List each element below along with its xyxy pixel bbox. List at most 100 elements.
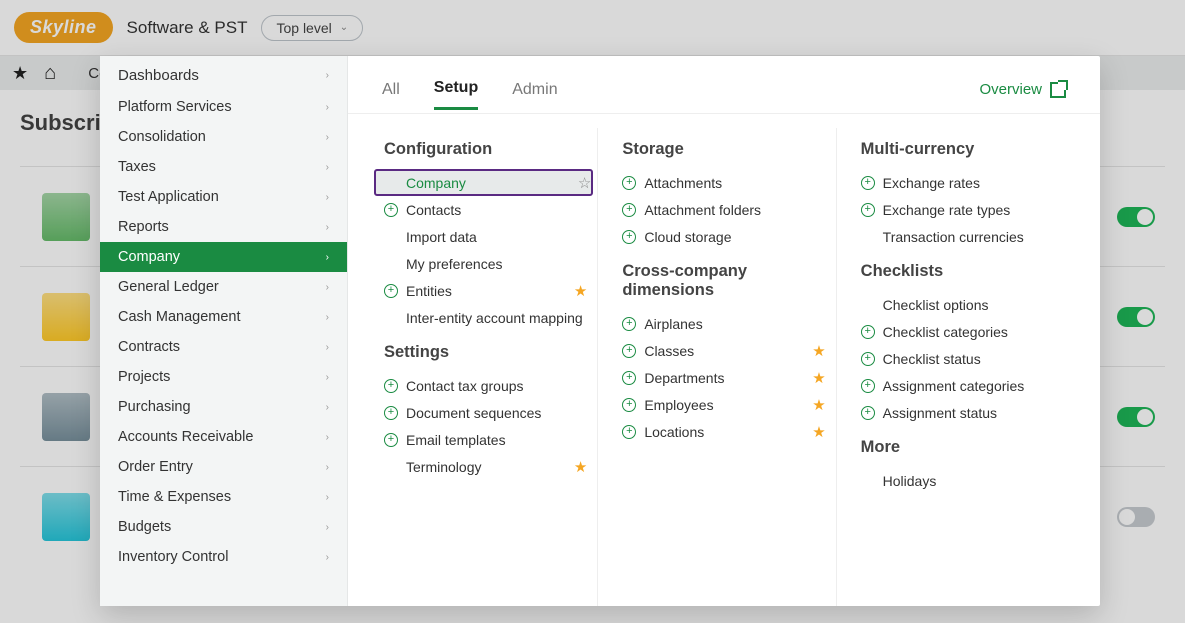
menu-link-holidays[interactable]: Holidays	[861, 467, 1064, 494]
overview-link[interactable]: Overview	[979, 81, 1066, 98]
plus-circle-icon[interactable]: +	[384, 284, 398, 298]
menu-link-checklist-options[interactable]: Checklist options	[861, 291, 1064, 318]
menu-link-interentity[interactable]: Inter-entity account mapping	[384, 304, 587, 331]
menu-link-exchange-rate-types[interactable]: + Exchange rate types	[861, 196, 1064, 223]
sidebar-item-purchasing[interactable]: Purchasing›	[100, 392, 347, 422]
menu-link-label: Exchange rate types	[883, 202, 1011, 218]
sidebar-item-time-expenses[interactable]: Time & Expenses›	[100, 482, 347, 512]
menu-link-label: Attachment folders	[644, 202, 761, 218]
sidebar-item-inventory-control[interactable]: Inventory Control›	[100, 542, 347, 572]
sidebar-item-dashboards[interactable]: Dashboards›	[100, 58, 347, 92]
plus-circle-icon[interactable]: +	[622, 230, 636, 244]
tab-setup[interactable]: Setup	[434, 69, 478, 110]
plus-circle-icon[interactable]: +	[861, 203, 875, 217]
plus-circle-icon[interactable]: +	[622, 317, 636, 331]
star-icon[interactable]: ★	[574, 282, 587, 300]
sidebar-item-test-application[interactable]: Test Application›	[100, 182, 347, 212]
menu-link-email-templates[interactable]: + Email templates	[384, 426, 587, 453]
menu-link-checklist-status[interactable]: +Checklist status	[861, 345, 1064, 372]
sidebar-item-platform-services[interactable]: Platform Services›	[100, 92, 347, 122]
menu-link-label: Entities	[406, 283, 452, 299]
star-icon[interactable]: ★	[812, 396, 825, 414]
menu-link-entities[interactable]: + Entities ★	[384, 277, 587, 304]
sidebar-item-taxes[interactable]: Taxes›	[100, 152, 347, 182]
plus-circle-icon[interactable]: +	[622, 344, 636, 358]
plus-circle-icon[interactable]: +	[384, 406, 398, 420]
menu-link-transaction-currencies[interactable]: Transaction currencies	[861, 223, 1064, 250]
section-settings: Settings	[384, 343, 587, 362]
plus-circle-icon[interactable]: +	[861, 379, 875, 393]
menu-link-label: Employees	[644, 397, 713, 413]
plus-circle-icon[interactable]: +	[861, 352, 875, 366]
menu-link-label: Terminology	[406, 459, 481, 475]
menu-link-label: Document sequences	[406, 405, 541, 421]
chevron-right-icon: ›	[326, 552, 329, 563]
section-more: More	[861, 438, 1064, 457]
menu-link-import-data[interactable]: Import data	[384, 223, 587, 250]
star-icon[interactable]: ★	[812, 369, 825, 387]
menu-link-checklist-categories[interactable]: +Checklist categories	[861, 318, 1064, 345]
menu-link-label: Email templates	[406, 432, 506, 448]
star-icon[interactable]: ★	[812, 342, 825, 360]
menu-link-cloud-storage[interactable]: +Cloud storage	[622, 223, 825, 250]
plus-circle-icon[interactable]: +	[861, 176, 875, 190]
menu-link-locations[interactable]: + Locations ★	[622, 418, 825, 445]
menu-link-my-preferences[interactable]: My preferences	[384, 250, 587, 277]
chevron-right-icon: ›	[326, 222, 329, 233]
plus-circle-icon[interactable]: +	[622, 176, 636, 190]
plus-circle-icon[interactable]: +	[384, 203, 398, 217]
menu-link-label: Attachments	[644, 175, 722, 191]
sidebar-item-company[interactable]: Company›	[100, 242, 347, 272]
sidebar-item-consolidation[interactable]: Consolidation›	[100, 122, 347, 152]
plus-circle-icon[interactable]: +	[384, 379, 398, 393]
plus-circle-icon[interactable]: +	[861, 406, 875, 420]
chevron-right-icon: ›	[326, 522, 329, 533]
menu-link-company[interactable]: Company ☆	[374, 169, 593, 196]
sidebar-item-label: Purchasing	[118, 399, 191, 415]
plus-circle-icon[interactable]: +	[622, 398, 636, 412]
sidebar-item-label: Budgets	[118, 519, 171, 535]
sidebar-item-budgets[interactable]: Budgets ›	[100, 512, 347, 542]
star-icon[interactable]: ★	[812, 423, 825, 441]
sidebar-item-general-ledger[interactable]: General Ledger›	[100, 272, 347, 302]
menu-link-label: Transaction currencies	[883, 229, 1024, 245]
plus-circle-icon[interactable]: +	[622, 371, 636, 385]
star-icon[interactable]: ★	[574, 458, 587, 476]
menu-link-attachments[interactable]: + Attachments	[622, 169, 825, 196]
sidebar-item-reports[interactable]: Reports ›	[100, 212, 347, 242]
plus-circle-icon[interactable]: +	[622, 203, 636, 217]
tab-all[interactable]: All	[382, 71, 400, 109]
star-outline-icon[interactable]: ☆	[578, 174, 591, 192]
sidebar-item-cash-management[interactable]: Cash Management›	[100, 302, 347, 332]
chevron-right-icon: ›	[326, 342, 329, 353]
plus-circle-icon[interactable]: +	[384, 433, 398, 447]
menu-link-exchange-rates[interactable]: +Exchange rates	[861, 169, 1064, 196]
menu-link-employees[interactable]: + Employees ★	[622, 391, 825, 418]
mega-menu-main: All Setup Admin Overview Configuration C…	[348, 56, 1100, 606]
sidebar-item-order-entry[interactable]: Order Entry›	[100, 452, 347, 482]
menu-link-attachment-folders[interactable]: + Attachment folders	[622, 196, 825, 223]
sidebar-item-label: Reports	[118, 219, 169, 235]
menu-link-airplanes[interactable]: +Airplanes	[622, 310, 825, 337]
menu-link-label: Import data	[406, 229, 477, 245]
tab-admin[interactable]: Admin	[512, 71, 557, 109]
sidebar-item-projects[interactable]: Projects›	[100, 362, 347, 392]
menu-link-contact-tax-groups[interactable]: +Contact tax groups	[384, 372, 587, 399]
menu-link-departments[interactable]: +Departments★	[622, 364, 825, 391]
sidebar-item-label: General Ledger	[118, 279, 219, 295]
sidebar-item-accounts-receivable[interactable]: Accounts Receivable›	[100, 422, 347, 452]
menu-link-assignment-status[interactable]: +Assignment status	[861, 399, 1064, 426]
menu-link-label: Assignment categories	[883, 378, 1025, 394]
menu-link-classes[interactable]: +Classes★	[622, 337, 825, 364]
sidebar-item-label: Contracts	[118, 339, 180, 355]
chevron-right-icon: ›	[326, 372, 329, 383]
menu-link-contacts[interactable]: +Contacts	[384, 196, 587, 223]
menu-link-terminology[interactable]: Terminology ★	[384, 453, 587, 480]
plus-circle-icon[interactable]: +	[622, 425, 636, 439]
sidebar-item-contracts[interactable]: Contracts ›	[100, 332, 347, 362]
menu-link-document-sequences[interactable]: + Document sequences	[384, 399, 587, 426]
menu-link-assignment-categories[interactable]: + Assignment categories	[861, 372, 1064, 399]
plus-circle-icon[interactable]: +	[861, 325, 875, 339]
menu-link-label: Checklist options	[883, 297, 989, 313]
menu-link-label: Locations	[644, 424, 704, 440]
